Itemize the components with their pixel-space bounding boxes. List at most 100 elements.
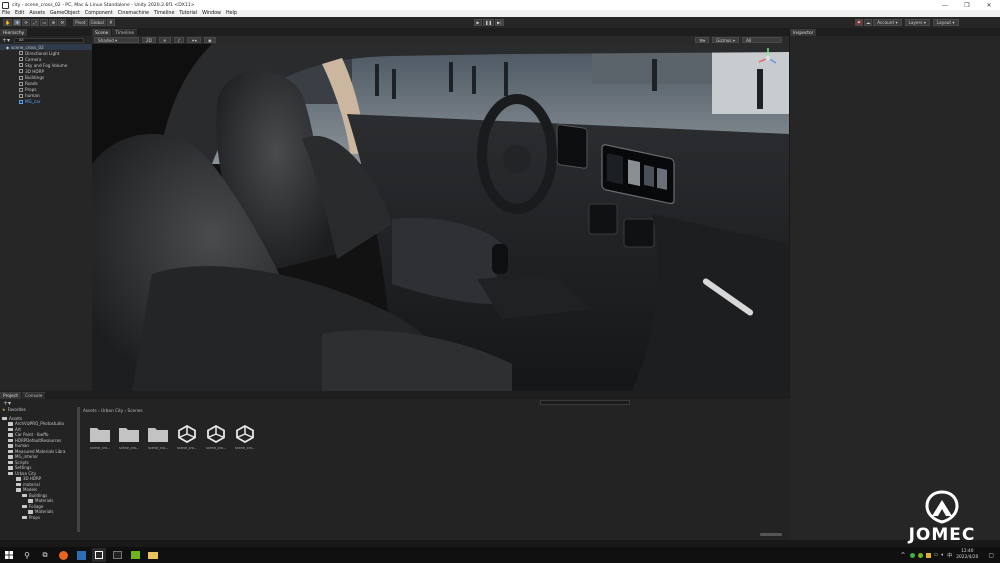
step-button[interactable]: ▶| [495,19,504,26]
layers-dropdown[interactable]: Layers ▾ [904,19,930,26]
global-toggle[interactable]: Global [88,19,106,26]
tab-timeline[interactable]: Timeline [112,29,138,36]
tree-item[interactable]: Props [0,515,80,521]
asset-item[interactable]: scene_cro... [148,424,168,450]
scene-viewport[interactable] [92,44,789,391]
inspector-panel [790,36,1000,540]
create-asset-button[interactable]: +▾ [3,400,11,407]
breadcrumb-item[interactable]: Urban City [101,408,123,413]
menu-cinemachine[interactable]: Cinemachine [118,11,149,16]
folder-icon [2,416,7,420]
rotate-tool-button[interactable]: ⟳ [22,19,31,26]
scene-toolbar: Shaded ▾ 2D ☀ ♪ ✦▾ ◉ ⚒▾ Gizmos ▾ All [92,36,789,44]
icon-size-slider[interactable] [760,533,782,536]
menu-assets[interactable]: Assets [29,11,45,16]
menu-component[interactable]: Component [85,11,113,16]
folder-icon [90,424,110,444]
ime-indicator[interactable]: 中 [947,552,952,559]
hierarchy-item-mg-car[interactable]: MG_car [0,99,92,105]
file-explorer-icon[interactable] [146,548,160,562]
tab-hierarchy[interactable]: Hierarchy [0,29,28,36]
tray-app-icon[interactable] [909,552,915,558]
asset-item[interactable]: scene_cro... [119,424,139,450]
create-button[interactable]: +▾ [2,37,10,44]
collab-button[interactable]: ⚑ [855,19,863,26]
2d-toggle[interactable]: 2D [142,37,156,43]
hidden-objects-toggle[interactable]: ◉ [203,37,216,43]
tab-project[interactable]: Project [0,392,22,399]
tools-dropdown[interactable]: ⚒▾ [695,37,710,43]
menu-tutorial[interactable]: Tutorial [179,11,197,16]
breadcrumb-item[interactable]: Scenes [128,408,143,413]
transform-tool-button[interactable]: ⊕ [49,19,58,26]
account-dropdown[interactable]: Account ▾ [873,19,902,26]
layout-dropdown[interactable]: Layout ▾ [932,19,959,26]
folder-icon [28,499,33,503]
tray-expand-icon[interactable]: ^ [900,552,905,559]
close-button[interactable]: ✕ [978,0,1000,10]
hierarchy-item-label: Sky and Fog Volume [25,62,68,68]
minimize-button[interactable]: — [934,0,956,10]
project-tab-label: Project [3,393,19,399]
menu-bar: File Edit Assets GameObject Component Ci… [0,10,1000,17]
task-view-icon[interactable]: ⧉ [38,548,52,562]
tab-inspector[interactable]: Inspector [790,29,817,36]
hierarchy-toolbar: +▾ All [0,36,92,44]
search-input[interactable]: All [14,37,85,43]
app-icon[interactable] [74,548,88,562]
grid-snap-button[interactable]: # [106,19,115,26]
tray-app-icon[interactable] [917,552,923,558]
asset-item[interactable]: scene_cro... [177,424,197,450]
taskbar-clock[interactable]: 12:40 2022/4/20 [956,549,978,561]
jomec-logo-icon [925,490,959,524]
tray-app-icon[interactable] [925,552,931,558]
menu-gameobject[interactable]: GameObject [50,11,80,16]
search-icon[interactable]: ⚲ [20,548,34,562]
audio-toggle[interactable]: ♪ [173,37,185,43]
asset-item[interactable]: scene_cro... [206,424,226,450]
maximize-button[interactable]: ❐ [956,0,978,10]
hierarchy-item-label: human [25,93,40,99]
rect-tool-button[interactable]: ▭ [40,19,49,26]
volume-icon[interactable]: 🔈︎ [941,552,944,558]
folder-icon [22,493,27,497]
pause-button[interactable]: ❚❚ [483,19,495,26]
menu-edit[interactable]: Edit [15,11,24,16]
project-search-input[interactable] [540,400,630,405]
breadcrumb-item[interactable]: Assets [83,408,97,413]
inspector-tabbar: Inspector [790,28,1000,36]
asset-item[interactable]: scene_cro... [235,424,255,450]
gizmo-search-input[interactable]: All [742,37,782,43]
asset-item[interactable]: scene_cro... [90,424,110,450]
move-tool-button[interactable]: ✥ [13,19,22,26]
menu-help[interactable]: Help [226,11,237,16]
menu-timeline[interactable]: Timeline [154,11,174,16]
tree-item-label: MG_interior [15,454,39,460]
tab-scene[interactable]: Scene [92,29,112,36]
terminal-icon[interactable] [110,548,124,562]
windows-start-icon[interactable] [2,548,16,562]
scale-tool-button[interactable]: ⤢ [31,19,40,26]
notification-icon[interactable]: ▢ [988,552,994,559]
play-button[interactable]: ▶ [474,19,482,26]
hand-tool-button[interactable]: ✋ [3,19,13,26]
pivot-toggle[interactable]: Pivot [73,19,88,26]
tree-item-label: Assets [9,415,23,421]
gizmos-dropdown[interactable]: Gizmos ▾ [712,37,739,43]
lighting-toggle[interactable]: ☀ [158,37,171,43]
menu-file[interactable]: File [2,11,10,16]
asset-grid: scene_cro... scene_cro... scene_cro... s… [80,414,790,450]
effects-dropdown[interactable]: ✦▾ [187,37,201,43]
shading-mode-dropdown[interactable]: Shaded ▾ [94,37,139,43]
nvidia-icon[interactable] [128,548,142,562]
tab-console[interactable]: Console [22,392,46,399]
network-icon[interactable]: ▭ [934,552,939,558]
menu-window[interactable]: Window [202,11,221,16]
unity-icon[interactable] [92,548,106,562]
gizmo-search-label: All [746,37,752,43]
firefox-icon[interactable] [56,548,70,562]
folder-icon [8,471,13,475]
cloud-icon[interactable]: ☁ [864,19,873,26]
custom-tool-button[interactable]: ⚒ [58,19,67,26]
tree-item-label: Car Paint - Ibeffo [15,432,49,438]
